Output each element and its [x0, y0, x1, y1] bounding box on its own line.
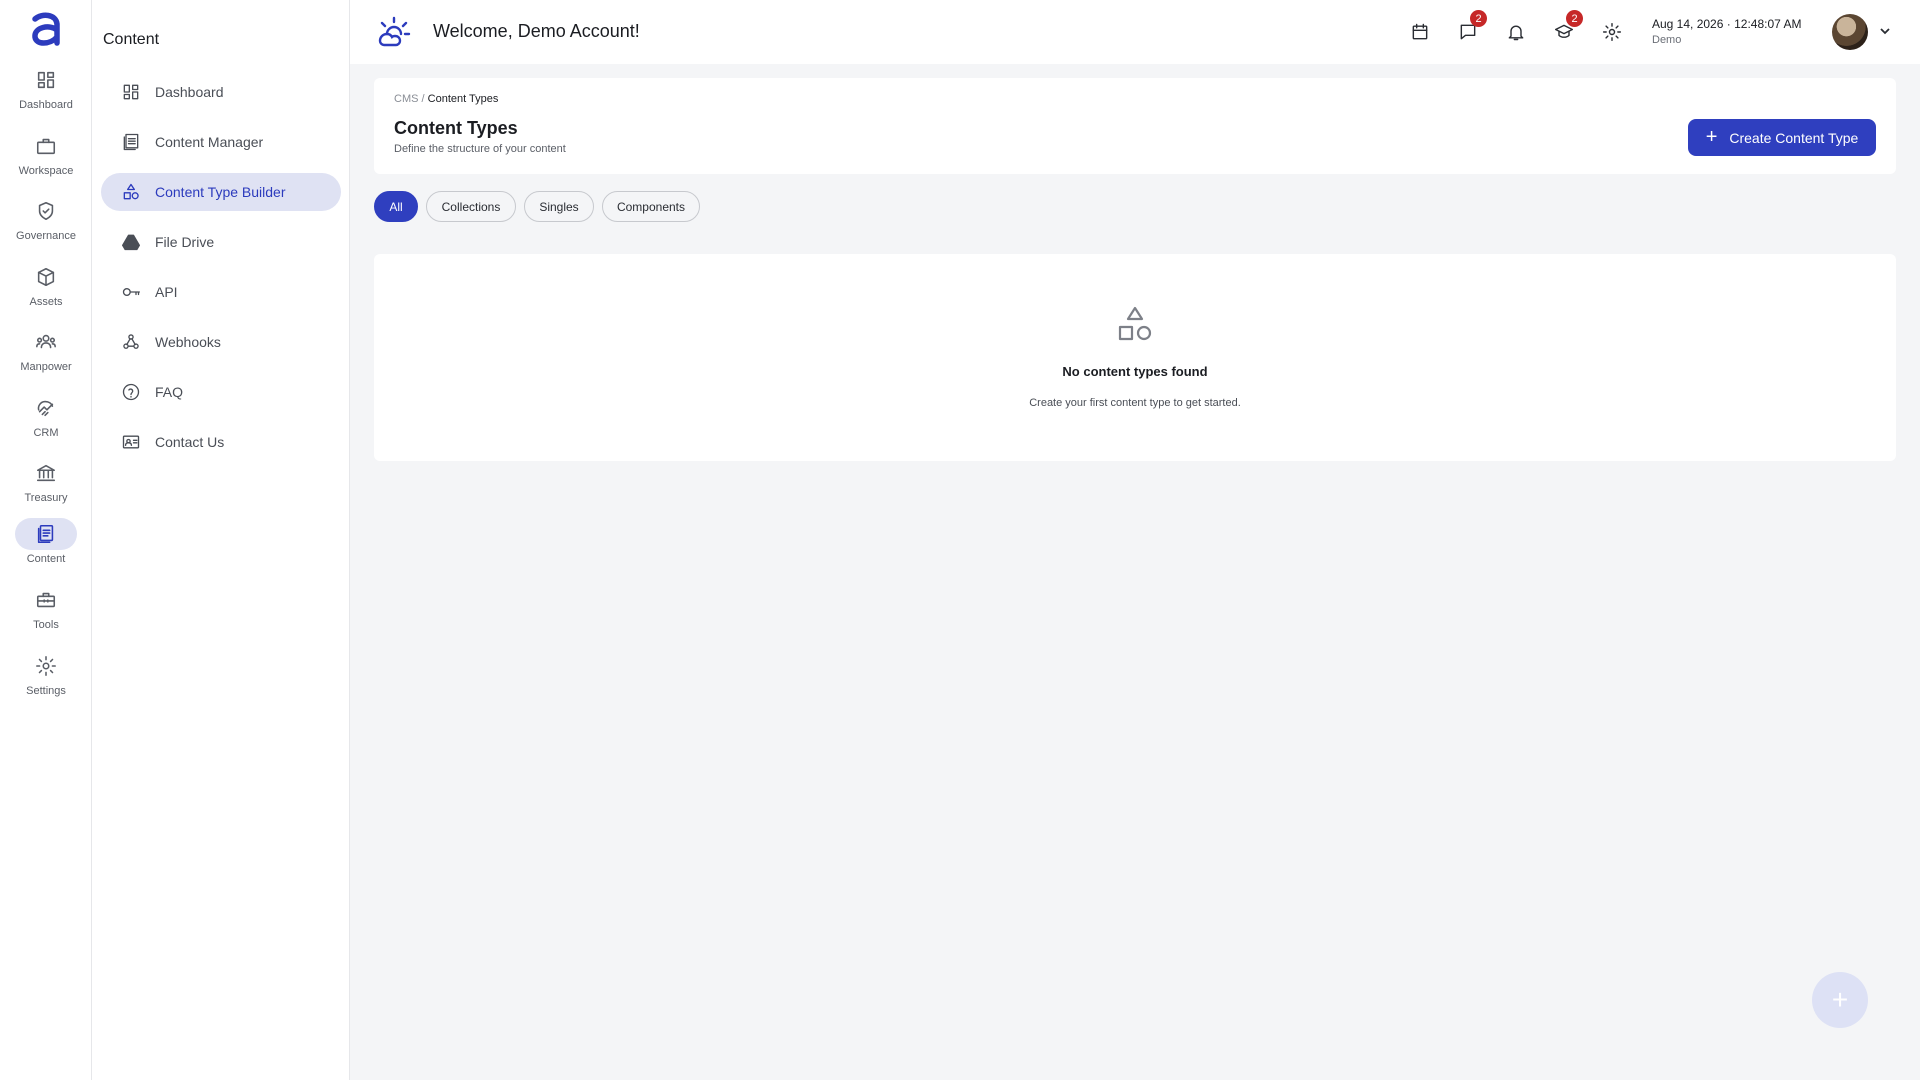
sidebar-item-label: API [155, 284, 178, 300]
page-header-card: CMS / Content Types Content Types Define… [374, 78, 1896, 174]
dashboard-icon [123, 84, 139, 100]
breadcrumb-cms[interactable]: CMS [394, 93, 418, 105]
tab-collections[interactable]: Collections [426, 191, 516, 222]
sidebar-item-label: Dashboard [155, 84, 224, 100]
sidebar-item-content-type-builder[interactable]: Content Type Builder [101, 173, 341, 211]
messages-badge: 2 [1470, 10, 1487, 27]
calendar-button[interactable] [1408, 20, 1432, 44]
rail-item-tools[interactable]: Tools [0, 584, 92, 644]
sidebar-item-contact-us[interactable]: Contact Us [101, 423, 341, 461]
rail-item-label: Settings [26, 685, 66, 697]
sidebar-item-label: FAQ [155, 384, 184, 400]
shapes-icon [1114, 304, 1156, 346]
rail-item-label: Treasury [24, 492, 68, 504]
briefcase-icon [15, 130, 77, 162]
date-text: Aug 14, 2026 [1652, 17, 1724, 31]
learning-button[interactable]: 2 [1552, 10, 1583, 44]
document-icon [15, 518, 77, 550]
rail-item-label: Workspace [18, 165, 74, 177]
content-sidebar: Content Dashboard Content Manager Conten… [92, 0, 350, 1080]
sidebar-item-webhooks[interactable]: Webhooks [101, 323, 341, 361]
sidebar-item-faq[interactable]: FAQ [101, 373, 341, 411]
sidebar-title: Content [103, 31, 160, 48]
empty-state-card: No content types found Create your first… [374, 254, 1896, 461]
account-menu-toggle[interactable] [1877, 23, 1893, 39]
welcome-title: Welcome, Demo Account! [433, 21, 640, 41]
rail-item-label: CRM [33, 427, 59, 439]
sidebar-item-file-drive[interactable]: File Drive [101, 223, 341, 261]
help-circle-icon [122, 383, 140, 401]
plus-icon: + [1831, 984, 1849, 1015]
sidebar-item-api[interactable]: API [101, 273, 341, 311]
page-description: Define the structure of your content [394, 143, 566, 155]
empty-state-description: Create your first content type to get st… [1029, 397, 1241, 409]
rail-item-manpower[interactable]: Manpower [0, 326, 92, 386]
sidebar-item-label: Contact Us [155, 434, 225, 450]
time-text: 12:48:07 AM [1734, 17, 1802, 31]
avatar[interactable] [1832, 14, 1868, 50]
rail-item-label: Content [26, 553, 66, 565]
brand-logo-icon[interactable] [26, 10, 66, 50]
breadcrumb: CMS / Content Types [394, 93, 498, 105]
plus-icon: + [1705, 125, 1718, 148]
tab-all[interactable]: All [374, 191, 418, 222]
bank-icon [15, 457, 77, 489]
floating-add-button[interactable]: + [1812, 972, 1868, 1028]
breadcrumb-current: Content Types [427, 93, 499, 105]
create-button-label: Create Content Type [1729, 129, 1859, 146]
header-logo-icon [378, 16, 411, 47]
rail-item-governance[interactable]: Governance [0, 195, 92, 255]
icon-rail: Dashboard Workspace Governance Assets Ma… [0, 0, 92, 1080]
rail-item-label: Governance [16, 230, 76, 242]
rail-item-assets[interactable]: Assets [0, 261, 92, 321]
rail-item-label: Dashboard [19, 99, 73, 111]
key-icon [122, 288, 140, 296]
tab-components[interactable]: Components [602, 191, 700, 222]
rail-item-crm[interactable]: CRM [0, 392, 92, 452]
rail-item-label: Assets [29, 296, 63, 308]
account-name: Demo [1652, 34, 1682, 46]
contact-card-icon [122, 435, 140, 449]
dashboard-icon [15, 64, 77, 96]
page-title: Content Types [394, 118, 518, 138]
learning-badge: 2 [1566, 10, 1583, 27]
rail-item-label: Tools [33, 619, 59, 631]
rail-item-settings[interactable]: Settings [0, 650, 92, 710]
datetime-display: Aug 14, 2026 · 12:48:07 AM [1652, 17, 1801, 31]
drive-icon [122, 234, 140, 251]
rail-item-label: Manpower [20, 361, 72, 373]
webhook-icon [123, 334, 139, 349]
chevron-down-icon [1880, 28, 1890, 35]
sidebar-item-label: Webhooks [155, 334, 221, 350]
rail-item-content[interactable]: Content [0, 518, 92, 578]
sidebar-item-label: Content Manager [155, 134, 264, 150]
rail-item-workspace[interactable]: Workspace [0, 130, 92, 190]
gear-icon [15, 650, 77, 682]
settings-button[interactable] [1600, 20, 1624, 44]
empty-state-title: No content types found [1062, 364, 1208, 379]
cube-icon [15, 261, 77, 293]
top-header: Welcome, Demo Account! 2 2 Aug 14, 2026 … [350, 0, 1920, 64]
sidebar-item-label: File Drive [155, 234, 215, 250]
toolbox-icon [15, 584, 77, 616]
rail-item-dashboard[interactable]: Dashboard [0, 64, 92, 124]
notifications-button[interactable] [1504, 20, 1528, 44]
bell-icon [1508, 25, 1524, 41]
sidebar-item-content-manager[interactable]: Content Manager [101, 123, 341, 161]
tab-singles[interactable]: Singles [524, 191, 594, 222]
shapes-icon [123, 183, 139, 200]
rail-item-treasury[interactable]: Treasury [0, 457, 92, 517]
gear-icon [1602, 22, 1622, 42]
shield-check-icon [15, 195, 77, 227]
list-document-icon [123, 133, 139, 151]
create-content-type-button[interactable]: + Create Content Type [1688, 119, 1876, 156]
datetime-separator: · [1726, 17, 1731, 31]
calendar-icon [1412, 23, 1428, 40]
breadcrumb-separator: / [421, 93, 425, 105]
handshake-icon [15, 392, 77, 424]
sidebar-item-dashboard[interactable]: Dashboard [101, 73, 341, 111]
messages-button[interactable]: 2 [1456, 10, 1487, 44]
sidebar-item-label: Content Type Builder [155, 184, 286, 200]
people-icon [15, 326, 77, 358]
